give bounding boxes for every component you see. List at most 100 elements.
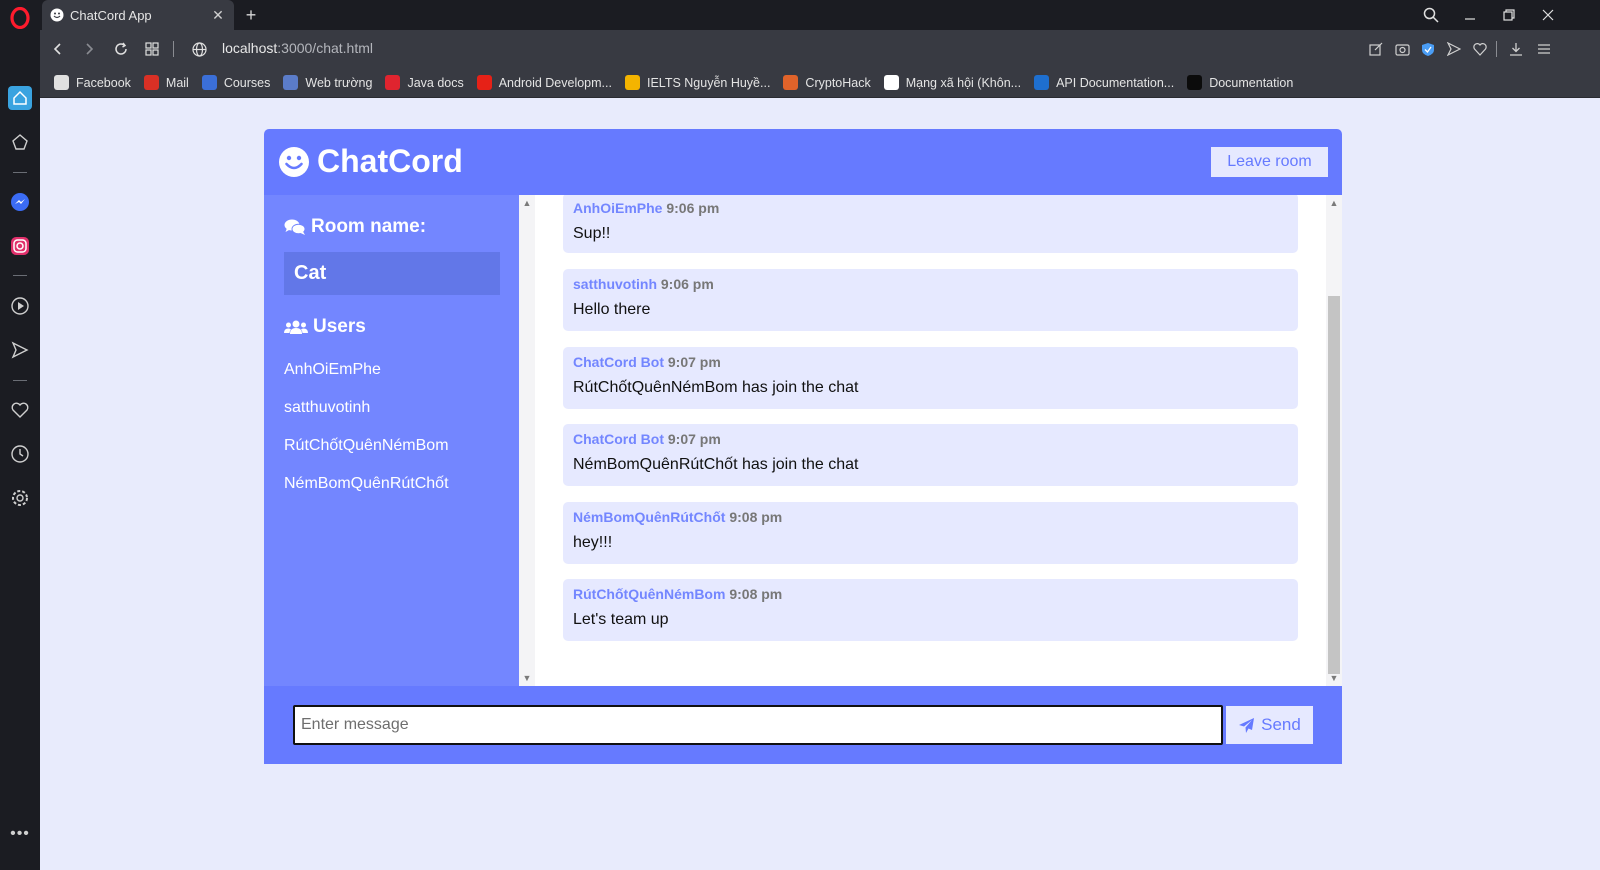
courses-icon	[201, 75, 217, 90]
send-flow-icon[interactable]	[8, 338, 32, 362]
chat-container: ChatCord Leave room Room name: Cat Users…	[264, 129, 1342, 764]
app-logo: ChatCord	[278, 143, 463, 180]
easy-setup-icon[interactable]	[1366, 39, 1386, 59]
bookmark-item[interactable]: CryptoHack	[783, 75, 871, 90]
scroll-up-arrow-icon[interactable]: ▲	[519, 197, 535, 209]
send-icon[interactable]	[1444, 39, 1464, 59]
message-user: RútChốtQuênNémBom	[573, 586, 726, 602]
users-heading-text: Users	[313, 316, 366, 337]
users-icon	[284, 320, 308, 334]
bookmark-item[interactable]: Android Developm...	[476, 75, 612, 90]
bookmark-label: Mail	[165, 75, 189, 90]
tab-chatcord[interactable]: ChatCord App ✕	[42, 0, 234, 30]
scroll-down-arrow-icon[interactable]: ▼	[519, 672, 535, 684]
bookmarks-bar: Facebook Mail Courses Web trường Java docs An…	[40, 68, 1600, 98]
more-options-icon[interactable]: •••	[8, 822, 32, 846]
app-title: ChatCord	[317, 143, 463, 179]
bookmark-item[interactable]: Courses	[201, 75, 271, 90]
bookmark-label: Web trường	[305, 75, 373, 90]
message-text: Hello there	[573, 301, 651, 318]
bookmark-label: CryptoHack	[805, 75, 871, 90]
easy-setup-menu-icon[interactable]	[1534, 39, 1554, 59]
room-heading: Room name:	[284, 216, 426, 238]
scrollbar-thumb[interactable]	[1328, 296, 1340, 674]
tab-title: ChatCord App	[70, 7, 152, 23]
scroll-up-arrow-icon[interactable]: ▲	[1326, 197, 1342, 209]
message-user: AnhOiEmPhe	[573, 200, 663, 216]
back-icon[interactable]	[47, 38, 69, 60]
player-icon[interactable]	[8, 294, 32, 318]
globe-icon	[283, 75, 299, 90]
history-icon[interactable]	[8, 442, 32, 466]
message-text: RútChốtQuênNémBom has join the chat	[573, 379, 859, 396]
minimize-icon[interactable]	[1455, 4, 1485, 26]
forward-icon[interactable]	[78, 38, 100, 60]
message-user: NémBomQuênRútChốt	[573, 509, 726, 525]
user-item: AnhOiEmPhe	[284, 361, 381, 378]
bookmark-item[interactable]: Web trường	[283, 75, 372, 90]
room-name: Cat	[284, 252, 500, 295]
chat-sidebar: Room name: Cat Users AnhOiEmPhe satthuvo…	[264, 195, 519, 686]
url-field[interactable]: localhost:3000/chat.html	[222, 40, 373, 56]
notion-icon	[883, 75, 899, 90]
bookmark-label: Courses	[223, 75, 271, 90]
youtube-icon	[476, 75, 492, 90]
bookmark-item[interactable]: Mạng xã hội (Khôn...	[883, 75, 1022, 90]
heart-icon[interactable]	[8, 398, 32, 422]
bookmark-item[interactable]: API Documentation...	[1034, 75, 1174, 90]
message-time: 9:06 pm	[660, 276, 714, 292]
reload-icon[interactable]	[110, 38, 132, 60]
tab-close-icon[interactable]: ✕	[210, 7, 226, 24]
gmail-icon	[143, 75, 159, 90]
settings-gear-icon[interactable]	[8, 486, 32, 510]
message-input[interactable]	[293, 705, 1223, 745]
message: ChatCord Bot 9:07 pm RútChốtQuênNémBom h…	[563, 347, 1298, 409]
user-item: RútChốtQuênNémBom	[284, 437, 449, 454]
vpn-shield-icon[interactable]	[1418, 39, 1438, 59]
send-button[interactable]: Send	[1226, 706, 1313, 744]
close-window-icon[interactable]	[1533, 4, 1563, 26]
chat-header: ChatCord Leave room	[264, 129, 1342, 195]
send-button-label: Send	[1261, 715, 1301, 734]
drive-icon	[624, 75, 640, 90]
site-info-globe-icon[interactable]	[188, 38, 210, 60]
message-time: 9:08 pm	[729, 586, 783, 602]
new-tab-button[interactable]: +	[240, 4, 262, 26]
api-icon	[1034, 75, 1050, 90]
chat-form: Send	[264, 686, 1342, 764]
snapshot-camera-icon[interactable]	[1392, 39, 1412, 59]
paper-plane-icon	[1239, 717, 1255, 733]
left-scrollbar-track: ▲ ▼	[519, 195, 535, 686]
speed-dial-icon[interactable]	[8, 130, 32, 154]
user-item: satthuvotinh	[284, 399, 371, 416]
bookmark-label: Android Developm...	[498, 75, 612, 90]
bookmark-item[interactable]: Facebook	[54, 75, 131, 90]
tab-grid-icon[interactable]	[141, 38, 163, 60]
bookmark-item[interactable]: Documentation	[1187, 75, 1293, 90]
instagram-icon[interactable]	[8, 234, 32, 258]
bookmark-heart-icon[interactable]	[1470, 39, 1490, 59]
leave-room-button[interactable]: Leave room	[1211, 147, 1328, 177]
bookmark-item[interactable]: Java docs	[385, 75, 464, 90]
download-icon[interactable]	[1506, 39, 1526, 59]
bookmark-label: Mạng xã hội (Khôn...	[905, 75, 1022, 90]
message: AnhOiEmPhe 9:06 pm Sup!!	[563, 195, 1298, 253]
message-meta: NémBomQuênRútChốt 9:08 pm	[573, 509, 1288, 527]
bookmark-item[interactable]: Mail	[143, 75, 189, 90]
messenger-icon[interactable]	[8, 190, 32, 214]
message: ChatCord Bot 9:07 pm NémBomQuênRútChốt h…	[563, 424, 1298, 486]
search-tabs-icon[interactable]	[1416, 4, 1446, 26]
message: NémBomQuênRútChốt 9:08 pm hey!!!	[563, 502, 1298, 564]
address-bar: localhost:3000/chat.html	[40, 30, 1600, 68]
restore-icon[interactable]	[1494, 4, 1524, 26]
bookmark-item[interactable]: IELTS Nguyễn Huyề...	[624, 75, 770, 90]
addressbar-divider	[173, 41, 174, 57]
sidebar-divider	[13, 275, 27, 276]
opera-icon	[385, 75, 401, 90]
message-time: 9:07 pm	[667, 354, 721, 370]
opera-logo-icon[interactable]	[8, 6, 32, 30]
message-time: 9:08 pm	[729, 509, 783, 525]
message-time: 9:06 pm	[666, 200, 720, 216]
home-icon[interactable]	[8, 86, 32, 110]
message: satthuvotinh 9:06 pm Hello there	[563, 269, 1298, 331]
